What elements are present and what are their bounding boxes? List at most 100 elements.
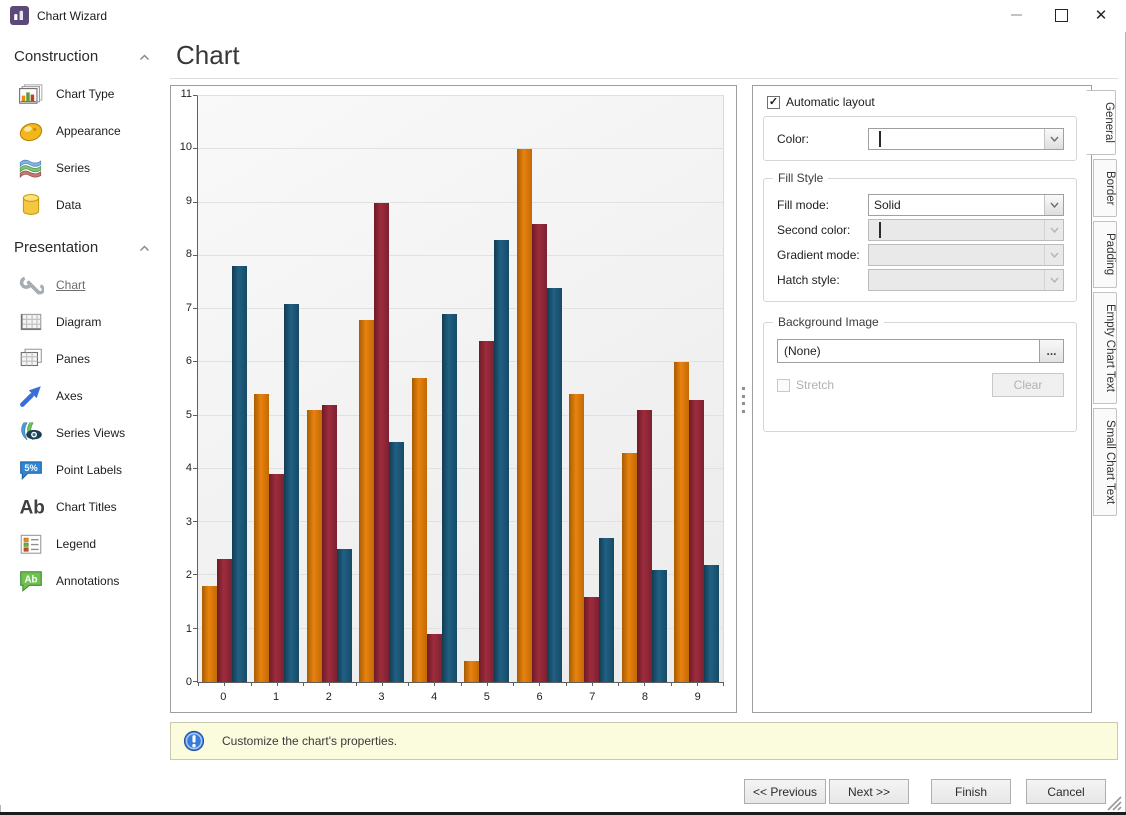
wizard-hint-bar: Customize the chart's properties.: [170, 722, 1118, 760]
sidebar-item-appearance[interactable]: Appearance: [0, 112, 166, 149]
sidebar-item-series-views[interactable]: Series Views: [0, 414, 166, 451]
x-axis-tick: [566, 682, 567, 686]
sidebar-item-diagram[interactable]: Diagram: [0, 303, 166, 340]
svg-text:Ab: Ab: [19, 497, 43, 518]
second-color-label: Second color:: [777, 223, 868, 237]
sidebar-item-axes[interactable]: Axes: [0, 377, 166, 414]
tab-empty-chart-text[interactable]: Empty Chart Text: [1093, 292, 1117, 404]
bar: [254, 394, 269, 682]
chart-properties-panel: ✓ Automatic layout Color: Fill Style Fil…: [752, 85, 1092, 713]
bar: [232, 266, 247, 682]
gradient-mode-dropdown: [868, 244, 1064, 266]
chart-type-icon: [17, 80, 44, 107]
sidebar-section-presentation[interactable]: Presentation: [0, 223, 166, 266]
y-axis-tick: [193, 681, 197, 682]
y-axis-tick: [193, 148, 197, 149]
chevron-down-icon: [1044, 195, 1063, 215]
tab-general[interactable]: General: [1086, 90, 1116, 155]
background-image-path-value: (None): [784, 344, 821, 358]
y-axis-tick: [193, 415, 197, 416]
sidebar-item-annotations[interactable]: AbAnnotations: [0, 562, 166, 599]
fill-mode-dropdown[interactable]: Solid: [868, 194, 1064, 216]
browse-button[interactable]: ...: [1039, 339, 1064, 363]
sidebar-item-legend[interactable]: Legend: [0, 525, 166, 562]
x-axis-tick-label: 2: [326, 691, 332, 703]
x-axis-tick-label: 0: [220, 691, 226, 703]
properties-tab-strip: General Border Padding Empty Chart Text Smal…: [1086, 90, 1118, 520]
sidebar-item-label: Legend: [56, 537, 96, 551]
bar: [674, 362, 689, 682]
panel-splitter-handle[interactable]: [742, 387, 746, 413]
y-axis-tick-label: 1: [171, 624, 192, 635]
y-axis-tick-label: 4: [171, 463, 192, 474]
y-axis-tick: [193, 308, 197, 309]
resize-grip[interactable]: [1105, 794, 1122, 811]
bar: [689, 400, 704, 682]
y-axis-tick-label: 11: [171, 89, 192, 100]
x-axis-tick-label: 8: [642, 691, 648, 703]
sidebar-item-chart-titles[interactable]: AbChart Titles: [0, 488, 166, 525]
previous-button[interactable]: << Previous: [744, 779, 826, 804]
sidebar-item-series[interactable]: Series: [0, 149, 166, 186]
bar: [584, 597, 599, 682]
maximize-icon[interactable]: [1041, 0, 1081, 30]
x-axis-tick-label: 5: [484, 691, 490, 703]
x-axis-tick: [251, 682, 252, 686]
bar: [374, 203, 389, 682]
sidebar-item-panes[interactable]: Panes: [0, 340, 166, 377]
x-axis-tick: [723, 682, 724, 686]
sidebar-item-label: Series: [56, 161, 90, 175]
tab-border[interactable]: Border: [1093, 159, 1117, 218]
x-axis-tick-label: 7: [589, 691, 595, 703]
bar-group-3: [356, 96, 409, 682]
chevron-down-icon: [1044, 129, 1063, 149]
bar-group-5: [461, 96, 514, 682]
x-axis-tick-label: 6: [536, 691, 542, 703]
x-axis-tick-label: 1: [273, 691, 279, 703]
close-icon[interactable]: ✕: [1081, 0, 1121, 30]
bar-group-6: [513, 96, 566, 682]
automatic-layout-checkbox[interactable]: ✓ Automatic layout: [767, 95, 875, 109]
second-color-dropdown: [868, 219, 1064, 241]
sidebar-item-chart[interactable]: Chart: [0, 266, 166, 303]
titlebar: Chart Wizard ✕: [0, 0, 1126, 32]
bar-group-4: [408, 96, 461, 682]
y-axis-tick: [193, 255, 197, 256]
y-axis-tick: [193, 521, 197, 522]
automatic-layout-label: Automatic layout: [786, 95, 875, 109]
bar: [704, 565, 719, 682]
finish-button[interactable]: Finish: [931, 779, 1011, 804]
sidebar-item-data[interactable]: Data: [0, 186, 166, 223]
sidebar-item-chart-type[interactable]: Chart Type: [0, 75, 166, 112]
tab-small-chart-text[interactable]: Small Chart Text: [1093, 408, 1117, 516]
hint-text: Customize the chart's properties.: [222, 734, 397, 748]
y-axis-tick: [193, 574, 197, 575]
bar: [202, 586, 217, 682]
background-image-path-field[interactable]: (None): [777, 339, 1040, 363]
chevron-up-icon: [139, 239, 150, 256]
x-axis-tick: [644, 682, 645, 686]
fill-mode-value: Solid: [869, 198, 1044, 212]
y-axis-tick: [193, 361, 197, 362]
sidebar-section-construction[interactable]: Construction: [0, 32, 166, 75]
y-axis-tick-label: 8: [171, 249, 192, 260]
bar: [442, 314, 457, 682]
minimize-icon[interactable]: [996, 0, 1036, 30]
color-dropdown[interactable]: [868, 128, 1064, 150]
sidebar-item-label: Point Labels: [56, 463, 122, 477]
cancel-button[interactable]: Cancel: [1026, 779, 1106, 804]
x-axis-tick: [513, 682, 514, 686]
series-views-icon: [17, 419, 44, 446]
color-group: Color:: [763, 116, 1077, 161]
annotations-icon: Ab: [17, 567, 44, 594]
sidebar-item-point-labels[interactable]: 5%Point Labels: [0, 451, 166, 488]
checkbox-icon: [777, 379, 790, 392]
page-title: Chart: [176, 40, 240, 71]
x-axis-tick: [671, 682, 672, 686]
next-button[interactable]: Next >>: [829, 779, 909, 804]
y-axis-tick-label: 2: [171, 570, 192, 581]
sidebar-item-label: Diagram: [56, 315, 101, 329]
x-axis-tick: [198, 682, 199, 686]
sidebar-item-label: Panes: [56, 352, 90, 366]
tab-padding[interactable]: Padding: [1093, 221, 1117, 287]
